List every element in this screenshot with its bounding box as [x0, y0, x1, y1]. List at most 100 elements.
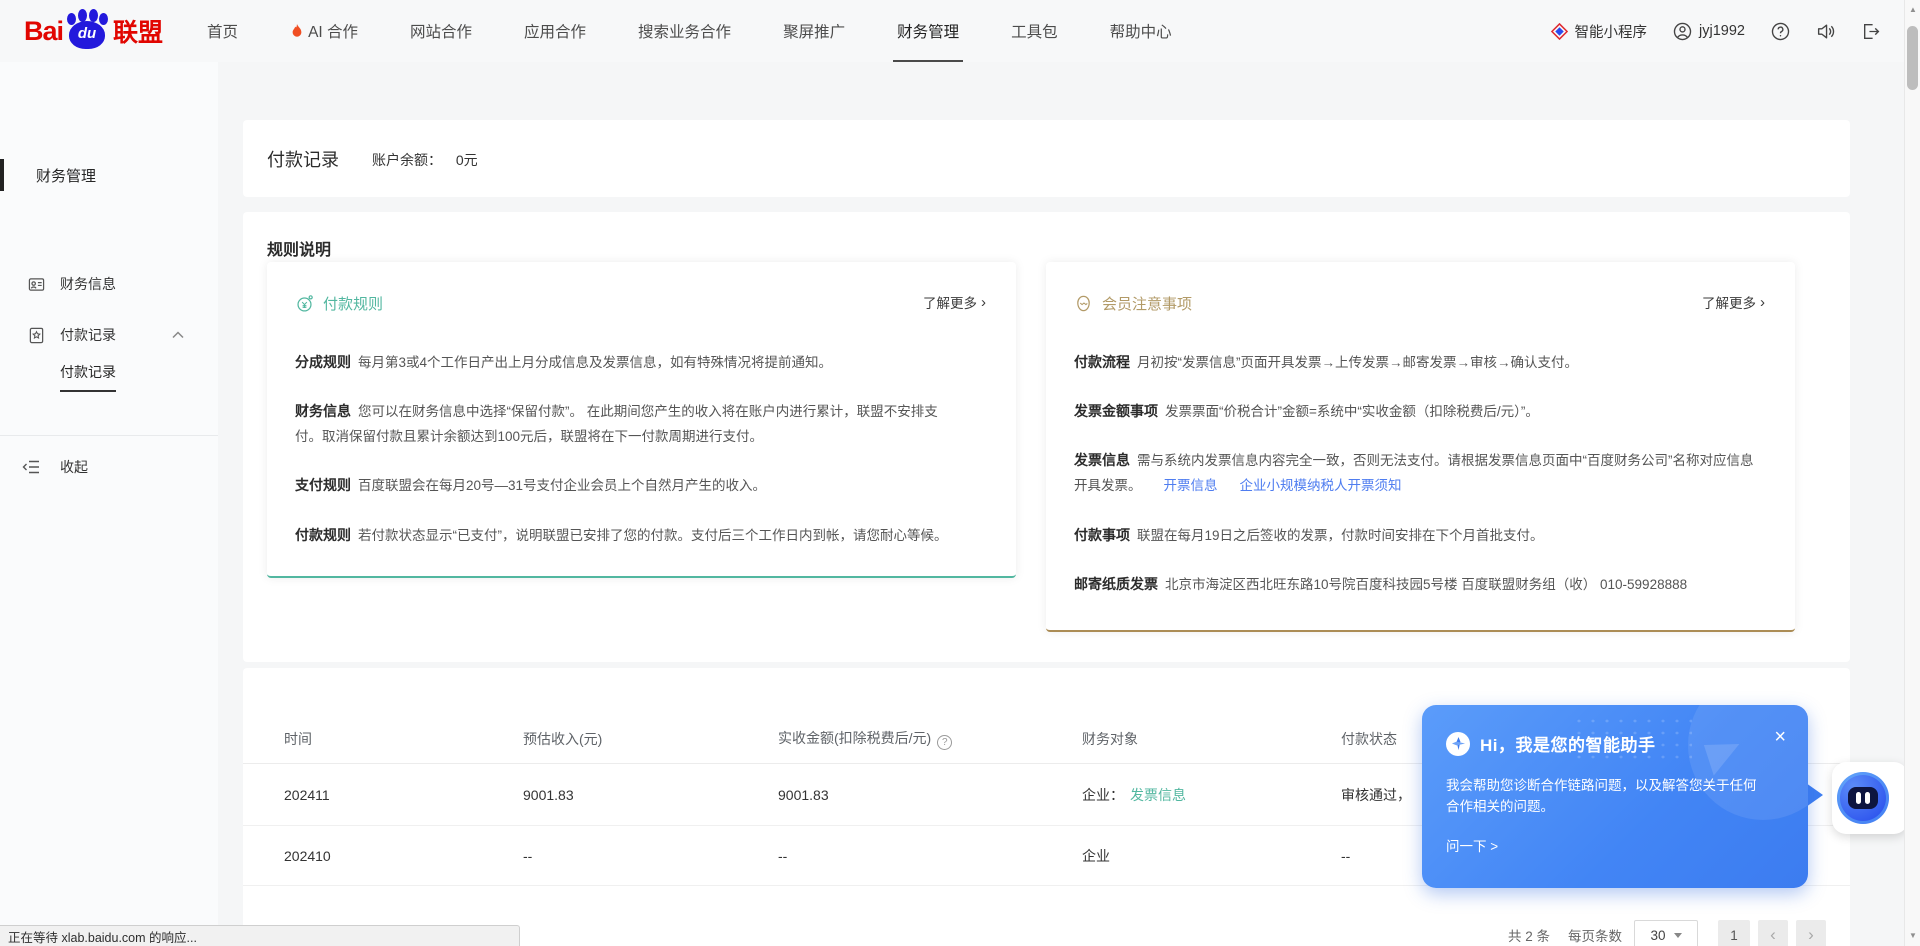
payment-rules-title: 付款规则 [323, 293, 383, 314]
col-finance-entity: 财务对象 [1082, 729, 1341, 749]
cell-estimated: -- [523, 848, 778, 864]
nav-item-toolkit[interactable]: 工具包 [1007, 0, 1062, 62]
baidu-paw-icon: du [65, 11, 109, 51]
assistant-body: 我会帮助您诊断合作链路问题，以及解答您关于任何合作相关的问题。 [1446, 775, 1762, 817]
chevron-down-icon [1674, 933, 1682, 938]
rule-payment-matters: 付款事项联盟在每月19日之后签收的发票，付款时间安排在下个月首批支付。 [1074, 523, 1762, 548]
collapse-menu-icon [22, 459, 40, 475]
main-nav: 首页 AI 合作 网站合作 应用合作 搜索业务合作 聚屏推广 财务管理 工具包 … [203, 0, 1220, 62]
member-notes-more-link[interactable]: 了解更多› [1702, 292, 1765, 312]
total-count: 共 2 条 [1508, 925, 1550, 945]
baidu-union-logo[interactable]: Bai du 联盟 [24, 11, 163, 51]
payment-records-header-card: 付款记录 账户余额： 0元 [243, 120, 1850, 197]
nav-right-cluster: 智能小程序 jyj1992 [1551, 0, 1880, 62]
rule-payment-status: 付款规则若付款状态显示“已支付”，说明联盟已安排了您的付款。支付后三个工作日内到… [295, 523, 983, 548]
popup-arrow [1806, 783, 1823, 807]
cell-actual: 9001.83 [778, 787, 1082, 803]
member-notes-title: 会员注意事项 [1102, 293, 1192, 314]
nav-item-home[interactable]: 首页 [203, 0, 242, 62]
page-size-select[interactable]: 30 [1634, 920, 1698, 946]
scroll-up-icon[interactable]: ▲ [1905, 5, 1920, 14]
browser-status-bubble: 正在等待 xlab.baidu.com 的响应... [0, 925, 520, 946]
chevron-up-icon [172, 331, 184, 339]
invoice-info-link[interactable]: 开票信息 [1164, 478, 1218, 493]
chevron-right-icon: › [1760, 294, 1765, 311]
col-estimated-income: 预估收入(元) [523, 729, 778, 749]
user-account[interactable]: jyj1992 [1673, 22, 1745, 41]
sidebar-divider [0, 435, 218, 436]
page-title: 付款记录 [267, 146, 339, 172]
robot-face-icon [1837, 772, 1889, 824]
cell-actual: -- [778, 848, 1082, 864]
payment-rules-card: 付款规则 了解更多› 分成规则每月第3或4个工作日产出上月分成信息及发票信息，如… [267, 262, 1016, 578]
help-circle-icon[interactable]: ? [937, 735, 952, 750]
nav-item-help-center[interactable]: 帮助中心 [1106, 0, 1176, 62]
user-icon [1673, 22, 1692, 41]
nav-item-website[interactable]: 网站合作 [406, 0, 476, 62]
invoice-info-table-link[interactable]: 发票信息 [1130, 787, 1186, 803]
rule-mail-invoice: 邮寄纸质发票北京市海淀区西北旺东路10号院百度科技园5号楼 百度联盟财务组（收）… [1074, 572, 1762, 597]
assistant-header: Hi，我是您的智能助手 [1446, 731, 1656, 756]
page: Bai du 联盟 首页 AI 合作 网站合作 应用合作 搜索业务合作 聚屏推广… [0, 0, 1920, 946]
rule-invoice-info: 发票信息需与系统内发票信息内容完全一致，否则无法支付。请根据发票信息页面中“百度… [1074, 448, 1754, 498]
assistant-avatar[interactable] [1832, 762, 1908, 834]
logo-bai-text: Bai [24, 16, 63, 47]
sidebar-collapse-button[interactable]: 收起 [0, 447, 218, 487]
help-icon[interactable] [1771, 22, 1790, 41]
next-page-button[interactable]: › [1796, 920, 1826, 946]
account-balance: 账户余额： 0元 [372, 150, 478, 170]
scroll-down-icon[interactable]: ▼ [1905, 931, 1920, 940]
miniapp-entry[interactable]: 智能小程序 [1551, 21, 1648, 42]
rules-section-card: 规则说明 付款规则 了解更多› 分成规则每月第3或4个工作日产出上月分成信息及发… [243, 212, 1850, 662]
assistant-title: Hi，我是您的智能助手 [1480, 731, 1656, 756]
nav-item-screen-promo[interactable]: 聚屏推广 [779, 0, 849, 62]
balance-value: 0元 [456, 152, 478, 168]
nav-item-search-biz[interactable]: 搜索业务合作 [634, 0, 735, 62]
logo-union-text: 联盟 [113, 13, 163, 49]
top-navbar: Bai du 联盟 首页 AI 合作 网站合作 应用合作 搜索业务合作 聚屏推广… [0, 0, 1920, 62]
logout-icon[interactable] [1861, 22, 1880, 41]
sidebar-active-indicator [0, 159, 4, 191]
col-actual-amount: 实收金额(扣除税费后/元)? [778, 728, 1082, 750]
rule-payment-flow: 付款流程月初按“发票信息”页面开具发票→上传发票→邮寄发票→审核→确认支付。 [1074, 350, 1762, 375]
payment-rules-more-link[interactable]: 了解更多› [923, 292, 986, 312]
rule-finance-info: 财务信息您可以在财务信息中选择“保留付款”。 在此期间您产生的收入将在账户内进行… [295, 399, 955, 449]
assistant-popup: Hi，我是您的智能助手 × 我会帮助您诊断合作链路问题，以及解答您关于任何合作相… [1422, 705, 1808, 888]
nav-item-app[interactable]: 应用合作 [520, 0, 590, 62]
sound-icon[interactable] [1816, 22, 1835, 41]
cell-entity: 企业 [1082, 846, 1341, 866]
sidebar-item-payment-records[interactable]: 付款记录 [0, 315, 218, 355]
cell-time: 202410 [284, 848, 523, 864]
rule-pay: 支付规则百度联盟会在每月20号—31号支付企业会员上个自然月产生的收入。 [295, 473, 983, 498]
rules-section-title: 规则说明 [267, 236, 331, 260]
chevron-right-icon: › [981, 294, 986, 311]
cell-estimated: 9001.83 [523, 787, 778, 803]
rule-share: 分成规则每月第3或4个工作日产出上月分成信息及发票信息，如有特殊情况将提前通知。 [295, 350, 983, 375]
pagination: 共 2 条 每页条数 30 1 ‹ › [1508, 920, 1826, 946]
cell-entity: 企业：发票信息 [1082, 785, 1341, 805]
scrollbar-thumb[interactable] [1907, 26, 1918, 90]
ask-now-link[interactable]: 问一下 > [1446, 835, 1498, 855]
coin-icon [295, 294, 314, 313]
badge-icon [28, 327, 45, 344]
nav-item-finance[interactable]: 财务管理 [893, 0, 963, 62]
small-taxpayer-notice-link[interactable]: 企业小规模纳税人开票须知 [1240, 478, 1402, 493]
page-scrollbar[interactable]: ▲ ▼ [1904, 0, 1920, 946]
cell-time: 202411 [284, 787, 523, 803]
member-notes-card: 会员注意事项 了解更多› 付款流程月初按“发票信息”页面开具发票→上传发票→邮寄… [1046, 262, 1795, 632]
close-icon[interactable]: × [1774, 727, 1786, 747]
flame-icon [290, 23, 304, 39]
page-number-1[interactable]: 1 [1718, 920, 1750, 946]
prev-page-button[interactable]: ‹ [1758, 920, 1788, 946]
nav-item-ai[interactable]: AI 合作 [286, 0, 362, 62]
sidebar-subitem-payment-records[interactable]: 付款记录 [60, 362, 116, 392]
miniapp-diamond-icon [1551, 23, 1568, 40]
sidebar-item-finance-info[interactable]: 财务信息 [0, 264, 218, 304]
chick-icon [1074, 294, 1093, 313]
sidebar: 财务管理 财务信息 付款记录 付款记录 收起 [0, 62, 218, 946]
sidebar-section-title: 财务管理 [0, 155, 218, 195]
rule-invoice-amount: 发票金额事项发票票面“价税合计”金额=系统中“实收金额（扣除税费后/元）”。 [1074, 399, 1762, 424]
compass-icon [1446, 732, 1470, 756]
logo-du-text: du [75, 25, 99, 42]
balance-label: 账户余额： [372, 152, 442, 168]
